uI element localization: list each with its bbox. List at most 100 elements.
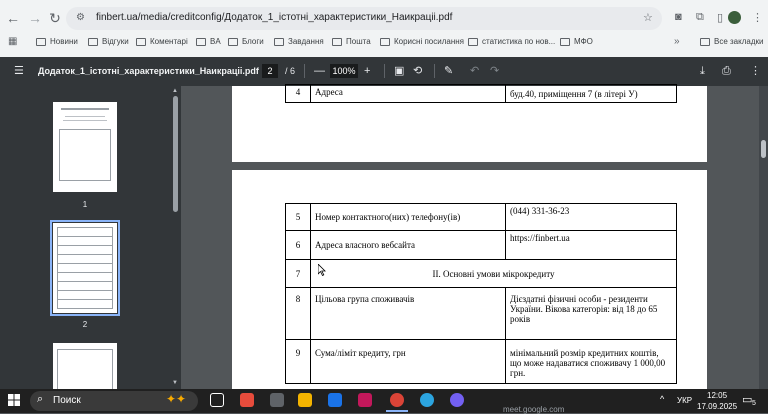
folder-icon [274,37,284,46]
all-bookmarks[interactable]: Все закладки [700,37,763,46]
bookmark-komentari[interactable]: Коментарі [136,37,188,46]
row-number: 5 [285,203,311,231]
bookmark-ba[interactable]: BA [196,37,221,46]
bookmark-korysni[interactable]: Корисні посилання [380,37,464,46]
notification-icon[interactable]: ▭ [742,393,752,406]
app-icon[interactable] [328,393,342,407]
zoom-input[interactable]: 100% [330,64,358,78]
bookmark-vidguky[interactable]: Відгуки [88,37,129,46]
main-scrollbar-thumb[interactable] [761,140,766,158]
url-text: finbert.ua/media/creditconfig/Додаток_1_… [96,12,453,23]
store-icon[interactable] [240,393,254,407]
row-number: 9 [285,339,311,384]
windows-start-icon[interactable] [8,394,20,406]
print-icon[interactable]: ⎙ [722,64,731,78]
zoom-in-icon[interactable]: + [364,64,370,78]
row-label: Номер контактного(них) телефону(ів) [310,203,506,231]
reload-icon[interactable]: ↻ [46,9,64,27]
row-value: Дієздатні фізичні особи - резиденти Укра… [505,287,677,340]
site-info-icon[interactable]: ⚙ [76,12,85,23]
search-placeholder: Поиск [53,395,81,406]
row-label: Адреса [310,84,506,103]
row-value: (044) 331-36-23 [505,203,677,231]
divider [384,64,385,78]
thumbnail-page-1[interactable] [53,102,117,192]
apps-icon[interactable]: ▦ [8,36,17,47]
extensions-icon[interactable]: ⧉ [696,11,704,24]
folder-icon [136,37,146,46]
folder-icon [380,37,390,46]
calculator-icon[interactable] [270,393,284,407]
more-bookmarks-icon[interactable]: » [674,36,680,47]
row-label: Сума/ліміт кредиту, грн [310,339,506,384]
undo-icon[interactable]: ↶ [470,64,479,78]
row-label: Цільова група споживачів [310,287,506,340]
page-total: / 6 [285,66,296,76]
bookmark-blogy[interactable]: Блоги [228,37,264,46]
table-row: 4 Адреса буд.40, приміщення 7 (в літері … [285,84,677,103]
folder-icon [468,37,478,46]
folder-icon [228,37,238,46]
back-icon[interactable]: ← [4,9,22,27]
thumbnail-page-2[interactable] [53,223,117,313]
bookmark-star-icon[interactable]: ☆ [643,11,653,24]
folder-icon [88,37,98,46]
zoom-out-icon[interactable]: — [314,64,325,78]
folder-icon [36,37,46,46]
scroll-up-icon[interactable]: ▲ [172,88,178,94]
thumbnail-page-3[interactable] [53,343,117,390]
document-table: 5 Номер контактного(них) телефону(ів) (0… [285,203,677,384]
chrome-icon[interactable] [390,393,404,407]
task-view-icon[interactable] [210,393,224,407]
redo-icon[interactable]: ↷ [490,64,499,78]
row-value: мінімальний розмір кредитних коштів, що … [505,339,677,384]
camera-icon[interactable]: ◙ [675,11,682,23]
table-row: 5 Номер контактного(них) телефону(ів) (0… [285,203,677,231]
menu-icon[interactable]: ⋮ [752,11,763,24]
scroll-down-icon[interactable]: ▼ [172,380,178,386]
sidebar-scrollbar[interactable] [173,96,178,212]
file-explorer-icon[interactable] [298,393,312,407]
rotate-icon[interactable]: ⟲ [413,64,422,78]
avatar[interactable] [728,11,741,24]
folder-icon [700,37,710,46]
divider [304,64,305,78]
viber-icon[interactable] [450,393,464,407]
more-options-icon[interactable]: ⋮ [750,64,761,78]
row-label: Адреса власного вебсайта [310,230,506,260]
bookmark-statystyka[interactable]: статистика по нов... [468,37,555,46]
clock-time[interactable]: 12:05 [707,391,727,400]
download-icon[interactable]: ⤓ [700,64,705,78]
folder-icon [332,37,342,46]
bookmark-zavdannia[interactable]: Завдання [274,37,324,46]
sidebar-menu-icon[interactable]: ☰ [14,64,24,78]
row-number: 4 [285,84,311,103]
fit-page-icon[interactable]: ▣ [394,64,404,78]
sidepanel-icon[interactable]: ▯ [717,11,723,24]
folder-icon [196,37,206,46]
section-heading: II. Основні умови мікрокредиту [310,259,677,288]
page-number-input[interactable]: 2 [262,64,278,78]
search-highlight-icon: ✦✦ [166,392,187,406]
row-value: https://finbert.ua [505,230,677,260]
table-row: 8 Цільова група споживачів Дієздатні фіз… [285,287,677,340]
language-indicator[interactable]: УКР [677,396,692,405]
annotate-icon[interactable]: ✎ [444,64,453,78]
bookmark-mfo[interactable]: МФО [560,37,593,46]
copilot-icon[interactable] [358,393,372,407]
expand-tray-icon[interactable]: ^ [660,394,664,404]
bookmark-novyny[interactable]: Новини [36,37,78,46]
row-value: буд.40, приміщення 7 (в літері У) [505,84,677,103]
document-table-top: 4 Адреса буд.40, приміщення 7 (в літері … [285,84,677,103]
telegram-icon[interactable] [420,393,434,407]
forward-icon[interactable]: → [26,9,44,27]
active-app-indicator [386,410,408,412]
clock-date[interactable]: 17.09.2025 [697,402,737,411]
thumbnail-label: 1 [82,200,88,209]
pdf-title: Додаток_1_істотні_характеристики_Наикрац… [38,66,259,76]
row-number: 6 [285,230,311,260]
table-row: 9 Сума/ліміт кредиту, грн мінімальний ро… [285,339,677,384]
bookmark-poshta[interactable]: Пошта [332,37,371,46]
main-scrollbar-track [759,86,768,389]
divider [434,64,435,78]
